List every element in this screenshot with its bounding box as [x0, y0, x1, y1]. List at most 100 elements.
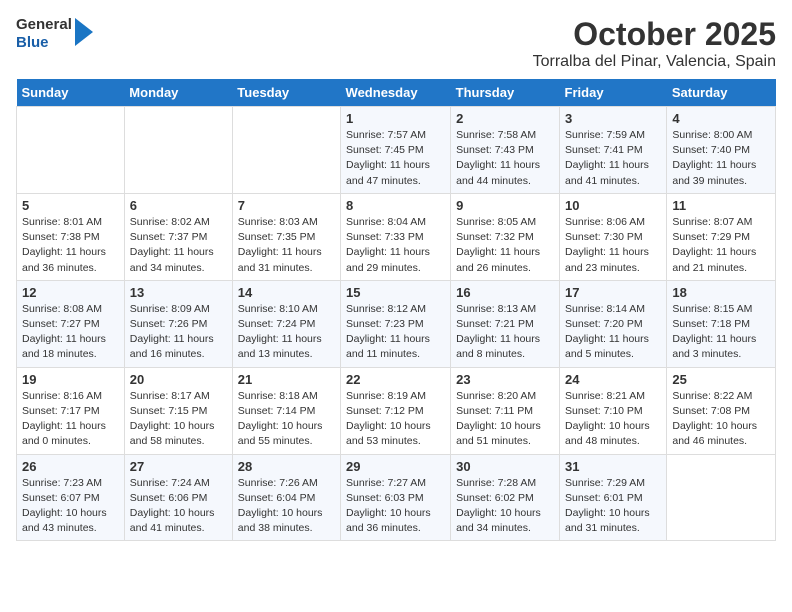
calendar-cell: 8 Sunrise: 8:04 AM Sunset: 7:33 PM Daylig… [341, 193, 451, 280]
day-info: Sunrise: 8:21 AM Sunset: 7:10 PM Dayligh… [565, 389, 661, 450]
calendar-cell: 1 Sunrise: 7:57 AM Sunset: 7:45 PM Daylig… [341, 107, 451, 194]
weekday-header-saturday: Saturday [667, 79, 776, 107]
day-number: 7 [238, 198, 335, 213]
weekday-header-tuesday: Tuesday [232, 79, 340, 107]
calendar-cell [17, 107, 125, 194]
weekday-header-wednesday: Wednesday [341, 79, 451, 107]
day-number: 13 [130, 285, 227, 300]
day-info: Sunrise: 7:58 AM Sunset: 7:43 PM Dayligh… [456, 128, 554, 189]
day-info: Sunrise: 8:15 AM Sunset: 7:18 PM Dayligh… [672, 302, 770, 363]
calendar-cell: 19 Sunrise: 8:16 AM Sunset: 7:17 PM Dayli… [17, 367, 125, 454]
day-info: Sunrise: 8:14 AM Sunset: 7:20 PM Dayligh… [565, 302, 661, 363]
calendar-cell: 24Sunrise: 8:21 AM Sunset: 7:10 PM Dayli… [560, 367, 667, 454]
day-number: 31 [565, 459, 661, 474]
day-number: 12 [22, 285, 119, 300]
calendar-cell: 4 Sunrise: 8:00 AM Sunset: 7:40 PM Daylig… [667, 107, 776, 194]
day-number: 5 [22, 198, 119, 213]
weekday-header-monday: Monday [124, 79, 232, 107]
day-info: Sunrise: 8:08 AM Sunset: 7:27 PM Dayligh… [22, 302, 119, 363]
day-info: Sunrise: 8:02 AM Sunset: 7:37 PM Dayligh… [130, 215, 227, 276]
day-info: Sunrise: 7:28 AM Sunset: 6:02 PM Dayligh… [456, 476, 554, 537]
day-info: Sunrise: 8:13 AM Sunset: 7:21 PM Dayligh… [456, 302, 554, 363]
day-number: 10 [565, 198, 661, 213]
calendar-cell: 20 Sunrise: 8:17 AM Sunset: 7:15 PM Dayli… [124, 367, 232, 454]
calendar-cell: 9 Sunrise: 8:05 AM Sunset: 7:32 PM Daylig… [451, 193, 560, 280]
logo-general: General [16, 16, 72, 34]
weekday-header-thursday: Thursday [451, 79, 560, 107]
day-number: 26 [22, 459, 119, 474]
day-info: Sunrise: 8:05 AM Sunset: 7:32 PM Dayligh… [456, 215, 554, 276]
calendar-cell: 14 Sunrise: 8:10 AM Sunset: 7:24 PM Dayli… [232, 280, 340, 367]
day-info: Sunrise: 7:26 AM Sunset: 6:04 PM Dayligh… [238, 476, 335, 537]
day-info: Sunrise: 8:04 AM Sunset: 7:33 PM Dayligh… [346, 215, 445, 276]
day-info: Sunrise: 8:18 AM Sunset: 7:14 PM Dayligh… [238, 389, 335, 450]
day-info: Sunrise: 8:12 AM Sunset: 7:23 PM Dayligh… [346, 302, 445, 363]
calendar-cell [124, 107, 232, 194]
calendar-cell: 22 Sunrise: 8:19 AM Sunset: 7:12 PM Dayli… [341, 367, 451, 454]
calendar-table: SundayMondayTuesdayWednesdayThursdayFrid… [16, 79, 776, 541]
day-number: 25 [672, 372, 770, 387]
day-info: Sunrise: 7:29 AM Sunset: 6:01 PM Dayligh… [565, 476, 661, 537]
calendar-cell: 6 Sunrise: 8:02 AM Sunset: 7:37 PM Daylig… [124, 193, 232, 280]
calendar-cell: 3 Sunrise: 7:59 AM Sunset: 7:41 PM Daylig… [560, 107, 667, 194]
calendar-cell: 2 Sunrise: 7:58 AM Sunset: 7:43 PM Daylig… [451, 107, 560, 194]
calendar-subtitle: Torralba del Pinar, Valencia, Spain [533, 53, 776, 71]
day-info: Sunrise: 8:19 AM Sunset: 7:12 PM Dayligh… [346, 389, 445, 450]
day-info: Sunrise: 7:24 AM Sunset: 6:06 PM Dayligh… [130, 476, 227, 537]
day-number: 3 [565, 111, 661, 126]
day-info: Sunrise: 8:22 AM Sunset: 7:08 PM Dayligh… [672, 389, 770, 450]
day-number: 18 [672, 285, 770, 300]
day-number: 28 [238, 459, 335, 474]
day-number: 9 [456, 198, 554, 213]
page-header: General Blue October 2025 Torralba del P… [16, 16, 776, 71]
day-info: Sunrise: 8:16 AM Sunset: 7:17 PM Dayligh… [22, 389, 119, 450]
day-number: 27 [130, 459, 227, 474]
day-number: 30 [456, 459, 554, 474]
day-number: 23 [456, 372, 554, 387]
day-info: Sunrise: 7:23 AM Sunset: 6:07 PM Dayligh… [22, 476, 119, 537]
day-info: Sunrise: 8:01 AM Sunset: 7:38 PM Dayligh… [22, 215, 119, 276]
calendar-cell: 5 Sunrise: 8:01 AM Sunset: 7:38 PM Daylig… [17, 193, 125, 280]
day-info: Sunrise: 7:57 AM Sunset: 7:45 PM Dayligh… [346, 128, 445, 189]
day-number: 14 [238, 285, 335, 300]
day-info: Sunrise: 7:27 AM Sunset: 6:03 PM Dayligh… [346, 476, 445, 537]
logo-text: General Blue [16, 16, 72, 52]
calendar-cell: 30 Sunrise: 7:28 AM Sunset: 6:02 PM Dayli… [451, 454, 560, 541]
day-number: 1 [346, 111, 445, 126]
calendar-cell: 7 Sunrise: 8:03 AM Sunset: 7:35 PM Daylig… [232, 193, 340, 280]
day-number: 6 [130, 198, 227, 213]
calendar-cell: 26 Sunrise: 7:23 AM Sunset: 6:07 PM Dayli… [17, 454, 125, 541]
day-info: Sunrise: 8:00 AM Sunset: 7:40 PM Dayligh… [672, 128, 770, 189]
day-info: Sunrise: 8:07 AM Sunset: 7:29 PM Dayligh… [672, 215, 770, 276]
calendar-cell: 31 Sunrise: 7:29 AM Sunset: 6:01 PM Dayli… [560, 454, 667, 541]
calendar-cell: 13Sunrise: 8:09 AM Sunset: 7:26 PM Dayli… [124, 280, 232, 367]
day-number: 8 [346, 198, 445, 213]
day-info: Sunrise: 8:03 AM Sunset: 7:35 PM Dayligh… [238, 215, 335, 276]
calendar-cell: 16Sunrise: 8:13 AM Sunset: 7:21 PM Dayli… [451, 280, 560, 367]
calendar-cell: 15 Sunrise: 8:12 AM Sunset: 7:23 PM Dayli… [341, 280, 451, 367]
calendar-cell: 23 Sunrise: 8:20 AM Sunset: 7:11 PM Dayli… [451, 367, 560, 454]
calendar-cell: 29Sunrise: 7:27 AM Sunset: 6:03 PM Dayli… [341, 454, 451, 541]
calendar-cell: 17Sunrise: 8:14 AM Sunset: 7:20 PM Dayli… [560, 280, 667, 367]
calendar-title: October 2025 [533, 16, 776, 53]
day-number: 11 [672, 198, 770, 213]
logo: General Blue [16, 16, 93, 52]
calendar-cell: 25 Sunrise: 8:22 AM Sunset: 7:08 PM Dayli… [667, 367, 776, 454]
calendar-cell [667, 454, 776, 541]
calendar-cell: 12 Sunrise: 8:08 AM Sunset: 7:27 PM Dayli… [17, 280, 125, 367]
day-number: 4 [672, 111, 770, 126]
calendar-cell: 11 Sunrise: 8:07 AM Sunset: 7:29 PM Dayli… [667, 193, 776, 280]
day-number: 2 [456, 111, 554, 126]
day-info: Sunrise: 7:59 AM Sunset: 7:41 PM Dayligh… [565, 128, 661, 189]
calendar-cell: 27 Sunrise: 7:24 AM Sunset: 6:06 PM Dayli… [124, 454, 232, 541]
day-info: Sunrise: 8:20 AM Sunset: 7:11 PM Dayligh… [456, 389, 554, 450]
logo-arrow-icon [75, 18, 93, 46]
day-number: 15 [346, 285, 445, 300]
day-number: 21 [238, 372, 335, 387]
day-number: 19 [22, 372, 119, 387]
calendar-cell: 21 Sunrise: 8:18 AM Sunset: 7:14 PM Dayli… [232, 367, 340, 454]
day-number: 22 [346, 372, 445, 387]
day-number: 20 [130, 372, 227, 387]
day-info: Sunrise: 8:17 AM Sunset: 7:15 PM Dayligh… [130, 389, 227, 450]
day-info: Sunrise: 8:10 AM Sunset: 7:24 PM Dayligh… [238, 302, 335, 363]
